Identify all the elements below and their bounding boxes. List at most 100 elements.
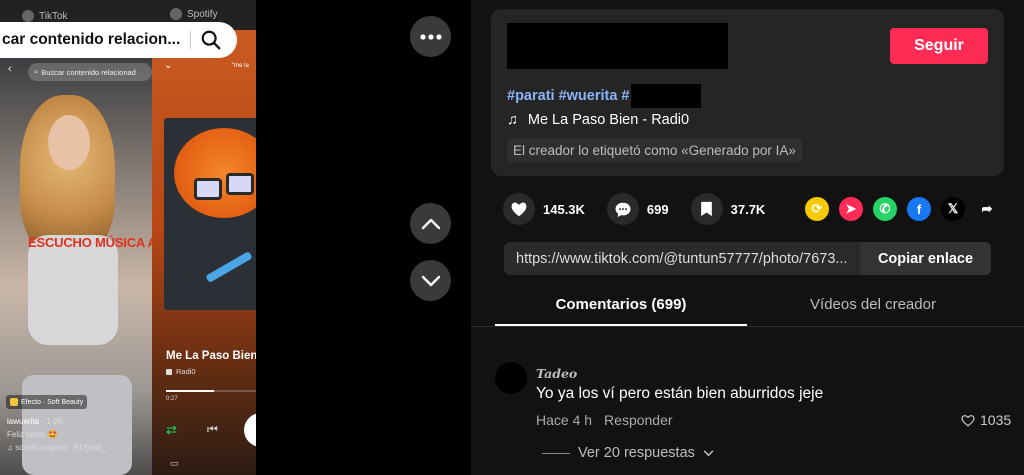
mini-search-bar: ⌕ Buscar contenido relacionad (28, 63, 152, 81)
spotify-label: Spotify (187, 8, 218, 20)
send-icon[interactable]: ➤ (839, 197, 863, 221)
video-meta: lawuerita · 1-26 Feliz lunes 🤩 ♫ sonido … (7, 415, 113, 454)
effect-icon (10, 398, 18, 406)
previous-track-icon: ⏮ (207, 422, 218, 436)
play-button-icon (244, 413, 256, 447)
music-link[interactable]: ♫ Me La Paso Bien - Radi0 (507, 112, 689, 128)
devices-icon: ▭ (170, 458, 179, 468)
share-options: ⟳ ➤ ✆ f 𝕏 ➦ (805, 197, 999, 221)
tab-comments[interactable]: Comentarios (699) (495, 290, 747, 326)
search-divider (190, 31, 191, 49)
spotify-artist: Radi0 (166, 367, 196, 376)
explicit-icon (166, 368, 172, 375)
video-username: lawuerita (7, 417, 40, 426)
tiktok-app-label: TikTok (22, 10, 68, 22)
spotify-screenshot: ⌄ "me la Me La Paso Bien Radi0 0:27 ⇄ ⏮ … (152, 30, 256, 475)
hashtags: #parati #wuerita # (507, 84, 702, 108)
hashtag-redacted[interactable]: # (621, 88, 629, 104)
shuffle-icon: ⇄ (166, 422, 177, 437)
spotify-app-label: Spotify (170, 8, 218, 20)
mini-search-text: Buscar contenido relacionad (41, 67, 136, 77)
chevron-down-icon (421, 275, 440, 286)
redacted-hashtag (631, 84, 702, 108)
ai-generated-label: El creador lo etiquetó como «Generado po… (507, 138, 802, 162)
album-art (164, 118, 256, 310)
view-replies-label: Ver 20 respuestas (578, 445, 695, 461)
repost-icon[interactable]: ⟳ (805, 197, 829, 221)
chevron-up-icon (421, 218, 440, 229)
copy-link-button[interactable]: Copiar enlace (860, 242, 991, 275)
tiktok-screenshot: ‹ ⌕ Buscar contenido relacionad Efecto ·… (0, 55, 152, 475)
person-top (28, 235, 118, 345)
avatar[interactable] (495, 362, 527, 394)
music-note-icon: ♫ (507, 112, 518, 128)
person-face (48, 115, 90, 170)
spotify-logo-icon (170, 8, 182, 20)
author-card: Seguir #parati #wuerita # ♫ Me La Paso B… (491, 9, 1004, 176)
search-icon: ⌕ (34, 67, 39, 76)
comment-time: Hace 4 h (536, 412, 593, 428)
hashtag-wuerita[interactable]: #wuerita (559, 88, 618, 104)
engagement-stats: 145.3K 699 37.7K (503, 193, 787, 225)
chevron-down-icon: ⌄ (164, 60, 173, 71)
search-icon (201, 30, 221, 50)
tiktok-logo-icon (22, 10, 34, 22)
chevron-down-icon (703, 449, 714, 456)
comment-stat[interactable]: 699 (606, 193, 669, 225)
heart-icon (503, 193, 535, 225)
effect-label: Efecto · Soft Beauty (21, 398, 84, 406)
facebook-icon[interactable]: f (907, 197, 931, 221)
like-count: 145.3K (543, 201, 585, 217)
bookmark-icon (690, 193, 723, 225)
video-date: · 1-26 (41, 417, 63, 426)
tiktok-label: TikTok (39, 10, 68, 22)
details-panel: Seguir #parati #wuerita # ♫ Me La Paso B… (471, 0, 1024, 475)
view-replies-button[interactable]: Ver 20 respuestas (542, 445, 714, 461)
tiktok-photo-viewer: ‹ ⌕ Buscar contenido relacionad Efecto ·… (0, 0, 1024, 475)
spotify-progress-fill (166, 390, 214, 392)
x-icon[interactable]: 𝕏 (941, 197, 965, 221)
redacted-author (507, 23, 728, 69)
reply-button[interactable]: Responder (604, 412, 673, 428)
spotify-song-title: Me La Paso Bien (166, 350, 256, 362)
album-art-glasses-left (194, 178, 222, 200)
video-caption: Feliz lunes 🤩 (7, 430, 58, 439)
panel-tabs: Comentarios (699) Vídeos del creador (495, 290, 1000, 326)
heart-outline-icon (961, 414, 975, 426)
like-stat[interactable]: 145.3K (503, 193, 585, 225)
comment-count: 699 (646, 201, 669, 217)
share-link-box: https://www.tiktok.com/@tuntun57777/phot… (504, 242, 991, 275)
album-art-stripe (205, 251, 253, 283)
hashtag-parati[interactable]: #parati (507, 88, 555, 104)
search-bar: car contenido relacion... (0, 22, 237, 58)
back-icon: ‹ (8, 63, 12, 75)
comment-text: Yo ya los ví pero están bien aburridos j… (536, 385, 824, 402)
spotify-progress-bar (166, 390, 256, 392)
replies-line (542, 452, 570, 454)
comment-like-button[interactable]: 1035 (961, 412, 1011, 428)
tabs-divider (471, 326, 1024, 327)
video-sound: ♫ sonido original - 917josh_... (7, 443, 114, 452)
comment-icon (606, 193, 639, 225)
spotify-context-label: "me la (232, 63, 249, 69)
spotify-artist-name: Radi0 (176, 367, 196, 376)
whatsapp-icon[interactable]: ✆ (873, 197, 897, 221)
search-text: car contenido relacion... (2, 31, 181, 48)
album-art-glasses-right (226, 173, 254, 195)
follow-button[interactable]: Seguir (890, 28, 988, 64)
comment-meta: Hace 4 h Responder (536, 412, 673, 428)
comment-author[interactable]: Tadeo (536, 366, 577, 381)
save-stat[interactable]: 37.7K (690, 193, 766, 225)
spotify-time: 0:27 (166, 396, 178, 402)
tab-creator-videos[interactable]: Vídeos del creador (747, 290, 999, 326)
post-media[interactable]: ‹ ⌕ Buscar contenido relacionad Efecto ·… (0, 0, 256, 475)
music-title: Me La Paso Bien - Radi0 (527, 112, 690, 128)
share-arrow-icon[interactable]: ➦ (975, 197, 999, 221)
next-video-button[interactable] (410, 260, 451, 301)
more-dots-icon (419, 33, 442, 40)
share-link-url[interactable]: https://www.tiktok.com/@tuntun57777/phot… (504, 251, 859, 267)
more-options-button[interactable] (410, 16, 451, 57)
previous-video-button[interactable] (410, 203, 451, 244)
effect-tag: Efecto · Soft Beauty (6, 395, 88, 409)
save-count: 37.7K (730, 201, 766, 217)
